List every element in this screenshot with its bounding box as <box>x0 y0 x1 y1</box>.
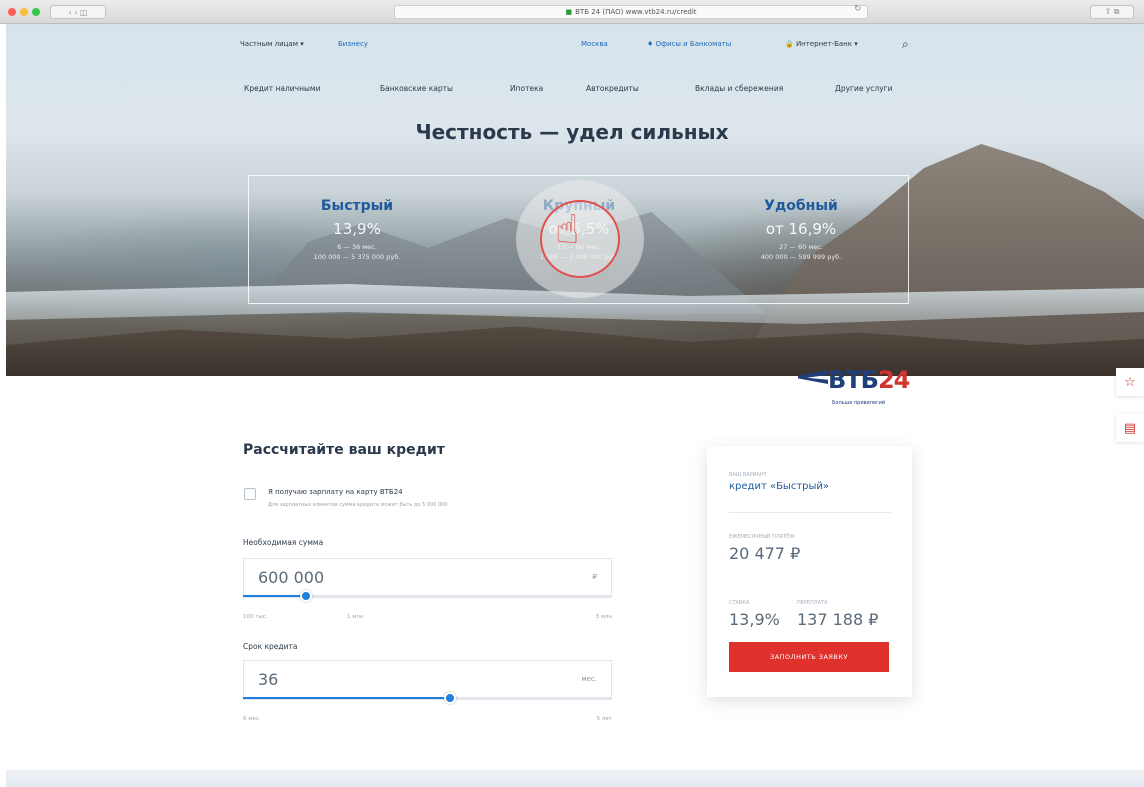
amount-unit: ₽ <box>592 573 597 581</box>
nav-item-bank-cards[interactable]: Банковские карты <box>380 84 453 93</box>
amount-label: Необходимая сумма <box>243 538 324 547</box>
term-label: Срок кредита <box>243 642 298 651</box>
close-window-button[interactable] <box>8 8 16 16</box>
amount-scale-max: 3 млн <box>595 614 612 620</box>
card-divider <box>729 512 891 513</box>
salary-card-label[interactable]: Я получаю зарплату на карту ВТБ24 <box>268 488 403 496</box>
overpayment: 137 188 ₽ <box>797 610 879 629</box>
minimize-window-button[interactable] <box>20 8 28 16</box>
term-input[interactable]: 36 мес. <box>243 660 612 700</box>
term-slider[interactable] <box>243 692 612 704</box>
search-icon[interactable]: ⌕ <box>902 37 909 52</box>
rate-caption: СТАВКА <box>729 600 750 606</box>
nav-item-mortgage[interactable]: Ипотека <box>510 84 543 93</box>
nav-item-cash-loan[interactable]: Кредит наличными <box>244 84 320 93</box>
nav-city[interactable]: Москва <box>581 40 608 48</box>
back-forward-buttons[interactable]: ‹ › ◫ <box>50 5 106 19</box>
footer-band <box>6 770 1144 787</box>
nav-item-other-services[interactable]: Другие услуги <box>835 84 892 93</box>
payment-caption: ЕЖЕМЕСЯЧНЫЙ ПЛАТЁЖ <box>729 534 795 540</box>
term-unit: мес. <box>581 675 597 683</box>
monthly-payment: 20 477 ₽ <box>729 544 801 563</box>
amount-input[interactable]: 600 000 ₽ <box>243 558 612 598</box>
main-navigation: Кредит наличными Банковские карты Ипотек… <box>244 84 924 98</box>
nav-offices-atms[interactable]: ♦ Офисы и Банкоматы <box>647 40 731 48</box>
product-name: кредит «Быстрый» <box>729 481 830 492</box>
result-card: ВАШ ВАРИАНТ кредит «Быстрый» ЕЖЕМЕСЯЧНЫЙ… <box>707 446 912 697</box>
offer-card[interactable]: Удобный от 16,9% 27 — 60 мес. 400 000 — … <box>701 198 901 261</box>
offer-sum: 400 000 — 599 999 руб. <box>760 253 842 261</box>
offer-sum: 100 000 — 5 375 000 руб. <box>313 253 401 261</box>
offer-card[interactable]: Быстрый 13,9% 6 — 36 мес. 100 000 — 5 37… <box>257 198 457 261</box>
salary-card-checkbox[interactable] <box>244 488 256 500</box>
offer-term: 6 — 36 мес. <box>337 243 377 251</box>
offer-name[interactable]: Удобный <box>701 198 901 214</box>
favorite-star-icon[interactable]: ☆ <box>1116 368 1144 396</box>
nav-item-deposits[interactable]: Вклады и сбережения <box>695 84 783 93</box>
amount-value: 600 000 <box>258 568 325 587</box>
lock-icon: ■ <box>565 8 573 16</box>
share-tabs-buttons[interactable]: ⇪ ⧉ <box>1090 5 1134 19</box>
interest-rate: 13,9% <box>729 610 780 629</box>
zoom-window-button[interactable] <box>32 8 40 16</box>
amount-scale-mid: 1 млн <box>347 614 364 620</box>
nav-private-clients[interactable]: Частным лицам ▾ <box>240 40 304 48</box>
amount-slider-fill <box>243 595 306 597</box>
product-caption: ВАШ ВАРИАНТ <box>729 472 767 478</box>
pointer-hand-icon: ☝ <box>555 207 580 253</box>
term-slider-fill <box>243 697 450 699</box>
amount-slider[interactable] <box>243 590 612 602</box>
apply-button[interactable]: ЗАПОЛНИТЬ ЗАЯВКУ <box>729 642 889 672</box>
overpay-caption: ПЕРЕПЛАТА <box>797 600 828 606</box>
logo-flag-icon <box>798 370 828 384</box>
term-value: 36 <box>258 670 279 689</box>
calculator-title: Рассчитайте ваш кредит <box>243 442 445 458</box>
logo-tagline: Больше привилегий <box>832 400 886 406</box>
term-scale-min: 6 мес. <box>243 716 261 722</box>
hero-title: Честность — удел сильных <box>415 120 729 144</box>
browser-toolbar: ‹ › ◫ ■ ВТБ 24 (ПАО) www.vtb24.ru/credit… <box>0 0 1144 24</box>
term-scale-max: 5 лет <box>596 716 612 722</box>
address-bar-text: ВТБ 24 (ПАО) www.vtb24.ru/credit <box>575 8 697 16</box>
touch-ring <box>540 200 620 278</box>
offer-term: 27 — 60 мес. <box>779 243 823 251</box>
nav-internet-bank[interactable]: 🔒 Интернет-Банк ▾ <box>785 40 858 48</box>
salary-card-note: Для зарплатных клиентов сумма кредита мо… <box>268 502 448 508</box>
nav-business[interactable]: Бизнесу <box>338 40 368 48</box>
offer-name[interactable]: Быстрый <box>257 198 457 214</box>
top-navigation: Частным лицам ▾ Бизнесу Москва ♦ Офисы и… <box>240 37 920 54</box>
vtb24-logo[interactable]: ВТБ24 Больше привилегий <box>798 366 916 416</box>
amount-scale-min: 100 тыс. <box>243 614 268 620</box>
address-bar[interactable]: ■ ВТБ 24 (ПАО) www.vtb24.ru/credit <box>394 5 868 19</box>
nav-item-car-loans[interactable]: Автокредиты <box>586 84 639 93</box>
amount-slider-handle[interactable] <box>300 590 312 602</box>
reload-icon[interactable]: ↻ <box>854 4 862 14</box>
logo-wordmark: ВТБ24 <box>828 366 910 394</box>
offer-rate: от 16,9% <box>765 220 837 238</box>
message-icon[interactable]: ▤ <box>1116 414 1144 442</box>
offer-rate: 13,9% <box>333 220 381 238</box>
term-slider-handle[interactable] <box>444 692 456 704</box>
